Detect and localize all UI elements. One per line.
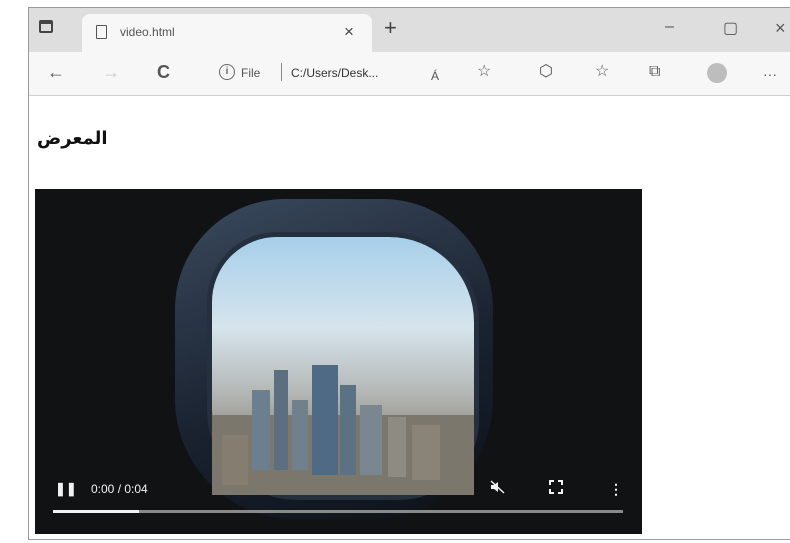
more-icon[interactable]: ···: [763, 64, 777, 84]
page-content: المعرض ❚❚ 0:00 / 0:04 ⋮: [29, 96, 790, 541]
more-vertical-icon[interactable]: ⋮: [609, 482, 623, 496]
page-icon: [96, 25, 107, 39]
collections-icon[interactable]: ⧉: [649, 62, 660, 82]
minimize-button[interactable]: –: [665, 18, 674, 36]
tab-video[interactable]: video.html ×: [82, 14, 372, 52]
video-controls: ❚❚ 0:00 / 0:04 ⋮: [35, 464, 642, 534]
tab-title: video.html: [120, 25, 175, 39]
read-aloud-icon[interactable]: Á: [431, 66, 439, 86]
new-tab-button[interactable]: +: [384, 16, 397, 40]
info-icon[interactable]: i: [219, 64, 235, 80]
video-progress-bar[interactable]: [53, 510, 623, 513]
avatar-icon[interactable]: [707, 63, 727, 83]
page-heading: المعرض: [37, 128, 108, 149]
add-favorite-icon[interactable]: ☆: [477, 62, 491, 82]
tab-bar: video.html × + – ▢ ×: [29, 8, 790, 52]
close-window-button[interactable]: ×: [775, 18, 786, 39]
tab-actions-icon[interactable]: [39, 20, 59, 38]
fullscreen-icon[interactable]: [549, 480, 563, 496]
toolbar: ← → C i File C:/Users/Desk... Á ☆ ⬡ ☆ ⧉…: [29, 52, 790, 96]
tab-close-icon[interactable]: ×: [344, 22, 354, 42]
extensions-icon[interactable]: ⬡: [539, 62, 553, 82]
address-separator: [281, 63, 282, 81]
pause-icon[interactable]: ❚❚: [55, 482, 77, 496]
browser-window: video.html × + – ▢ × ← → C i File C:/Use…: [28, 7, 790, 540]
muted-speaker-icon[interactable]: [490, 480, 506, 496]
address-scheme-label: File: [241, 66, 261, 80]
refresh-button[interactable]: C: [157, 62, 170, 82]
maximize-button[interactable]: ▢: [723, 18, 738, 38]
video-player[interactable]: ❚❚ 0:00 / 0:04 ⋮: [35, 189, 642, 534]
time-display: 0:00 / 0:04: [91, 482, 148, 496]
airplane-window-view: [207, 232, 479, 500]
favorites-icon[interactable]: ☆: [595, 62, 609, 82]
address-url[interactable]: C:/Users/Desk...: [291, 66, 378, 80]
forward-button[interactable]: →: [102, 62, 120, 82]
video-progress-fill: [53, 510, 139, 513]
back-button[interactable]: ←: [47, 62, 65, 82]
